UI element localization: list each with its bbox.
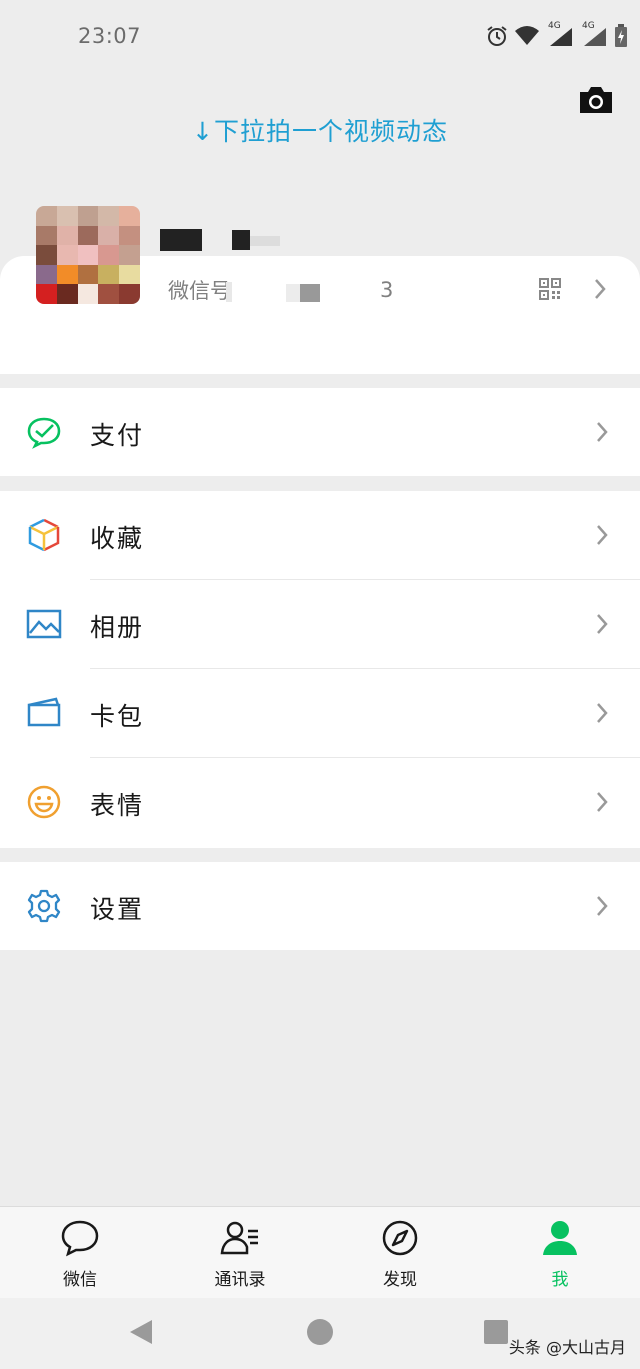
qr-code-icon[interactable] (539, 278, 561, 300)
tab-me[interactable]: 我 (480, 1207, 640, 1299)
picture-icon (26, 609, 62, 639)
watermark: 头条 @大山古月 (508, 1338, 626, 1357)
chevron-right-icon (597, 614, 608, 634)
nickname-redacted (160, 229, 202, 251)
menu-item-favorites[interactable]: 收藏 (0, 491, 640, 580)
menu-item-stickers[interactable]: 表情 (0, 758, 640, 847)
bottom-tab-bar: 微信 通讯录 发现 我 (0, 1206, 640, 1298)
wechat-id-redacted (300, 284, 320, 302)
wechat-id-tail: 3 (380, 278, 394, 302)
avatar[interactable] (36, 206, 140, 304)
recents-icon[interactable] (484, 1320, 508, 1344)
chevron-right-icon (594, 278, 606, 304)
tab-label-contacts: 通讯录 (214, 1270, 266, 1290)
tab-label-discover: 发现 (383, 1270, 417, 1290)
menu-item-pay[interactable]: 支付 (0, 388, 640, 477)
pull-down-hint[interactable]: ↓下拉拍一个视频动态 (0, 112, 640, 148)
cube-icon (28, 518, 60, 552)
menu-item-album[interactable]: 相册 (0, 580, 640, 669)
network-label-1: 4G (548, 21, 561, 31)
wifi-icon (515, 26, 539, 45)
chevron-right-icon (597, 703, 608, 723)
battery-charging-icon (615, 24, 627, 47)
menu-label-cards: 卡包 (90, 702, 145, 731)
network-label-2: 4G (582, 21, 595, 31)
wechat-pay-icon (27, 417, 61, 449)
status-icons: 4G 4G (486, 21, 628, 50)
contacts-icon (220, 1221, 258, 1255)
signal-icon: 4G (546, 21, 574, 47)
menu-label-settings: 设置 (90, 895, 145, 924)
nickname-redacted (232, 230, 250, 250)
status-time: 23:07 (78, 24, 142, 48)
gear-icon (27, 889, 61, 923)
pay-section: 支付 (0, 388, 640, 476)
menu-label-album: 相册 (90, 613, 145, 642)
tab-discover[interactable]: 发现 (320, 1207, 480, 1299)
main-section: 收藏 相册 卡包 表情 (0, 491, 640, 848)
person-icon (543, 1221, 577, 1255)
menu-label-stickers: 表情 (90, 791, 145, 820)
signal-icon: 4G (580, 21, 608, 47)
menu-item-cards[interactable]: 卡包 (0, 669, 640, 758)
home-icon[interactable] (306, 1318, 334, 1346)
tab-label-me: 我 (551, 1270, 569, 1290)
tab-chats[interactable]: 微信 (0, 1207, 160, 1299)
tab-contacts[interactable]: 通讯录 (160, 1207, 320, 1299)
chevron-right-icon (597, 896, 608, 916)
menu-label-pay: 支付 (90, 421, 145, 450)
nickname-redacted (250, 236, 280, 246)
smiley-icon (27, 785, 61, 819)
chevron-right-icon (597, 525, 608, 545)
alarm-icon (487, 26, 507, 46)
compass-icon (382, 1220, 418, 1256)
wechat-id-redacted (226, 282, 232, 302)
chevron-right-icon (597, 792, 608, 812)
settings-section: 设置 (0, 862, 640, 950)
menu-label-favorites: 收藏 (90, 524, 145, 553)
tab-label-chats: 微信 (63, 1270, 97, 1290)
chevron-right-icon (597, 422, 608, 442)
wallet-icon (27, 697, 61, 727)
chat-bubble-icon (61, 1220, 99, 1257)
menu-item-settings[interactable]: 设置 (0, 862, 640, 951)
wechat-id-label: 微信号 (168, 279, 231, 303)
back-icon[interactable] (128, 1318, 154, 1346)
